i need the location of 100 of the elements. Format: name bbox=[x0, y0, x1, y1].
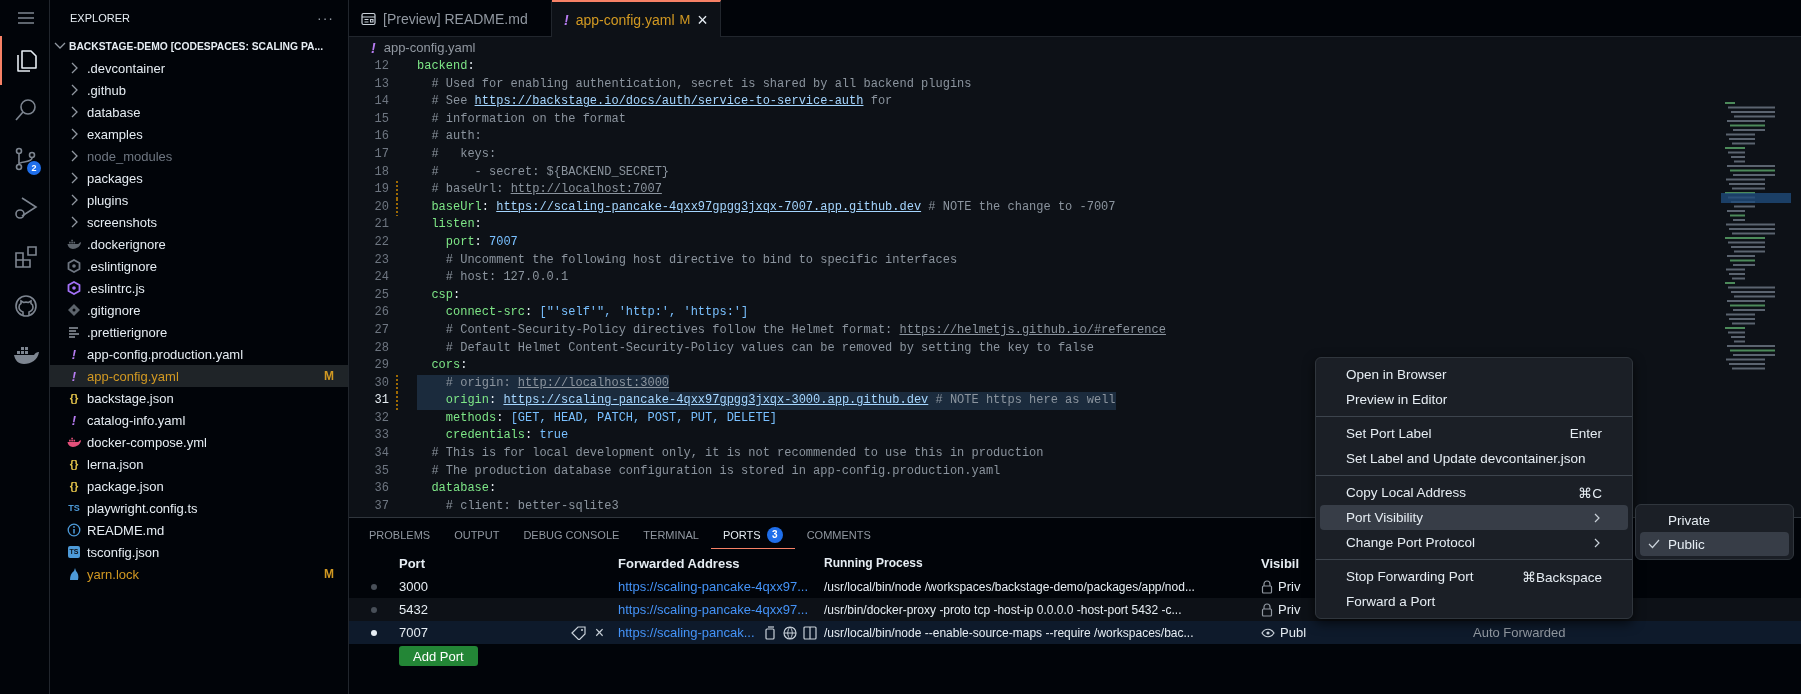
folder-item[interactable]: screenshots bbox=[50, 211, 348, 233]
count-badge: 2 bbox=[27, 161, 41, 175]
code-line: # Default Helmet Content-Security-Policy values can be removed by setting the key to false bbox=[444, 339, 1094, 357]
globe-icon[interactable] bbox=[782, 625, 797, 640]
process-text: /usr/local/bin/node /workspaces/backstage-demo/packages/app/nod... bbox=[824, 579, 1196, 594]
folder-item[interactable]: BACKSTAGE-DEMO [CODESPACES: SCALING PA... bbox=[50, 35, 348, 57]
copy-icon[interactable] bbox=[762, 625, 777, 640]
file-item[interactable]: README.md bbox=[50, 519, 348, 541]
line-number: 24 bbox=[373, 269, 389, 287]
address-link[interactable]: https://scaling-pancake-4qxx97... bbox=[618, 579, 809, 594]
file-item[interactable]: {} backstage.json bbox=[50, 387, 348, 409]
file-item[interactable]: ! app-config.production.yaml bbox=[50, 343, 348, 365]
file-item[interactable]: .prettierignore bbox=[50, 321, 348, 343]
file-item[interactable]: TS playwright.config.ts bbox=[50, 497, 348, 519]
code-line: # auth: bbox=[430, 128, 482, 146]
folder-item[interactable]: examples bbox=[50, 123, 348, 145]
add-port-button[interactable]: Add Port bbox=[399, 646, 478, 666]
panel-tab[interactable]: PORTS 3 bbox=[710, 520, 795, 549]
code-line: credentials: true bbox=[444, 427, 569, 445]
preview-icon[interactable] bbox=[802, 625, 817, 640]
braces-icon: {} bbox=[69, 480, 79, 492]
close-icon[interactable]: × bbox=[594, 623, 604, 642]
menu-item[interactable]: Stop Forwarding Port ⌘Backspace bbox=[1320, 564, 1628, 589]
port-number: 7007 bbox=[399, 625, 428, 640]
menu-item[interactable]: Set Port Label Enter bbox=[1320, 421, 1628, 446]
code-line: csp: bbox=[430, 286, 461, 304]
panel-tab[interactable]: OUTPUT bbox=[442, 523, 512, 546]
tag-icon[interactable] bbox=[570, 625, 587, 640]
line-number: 16 bbox=[373, 128, 389, 146]
folder-item[interactable]: .devcontainer bbox=[50, 57, 348, 79]
file-item[interactable]: ! catalog-info.yaml bbox=[50, 409, 348, 431]
editor-tab[interactable]: ! app-config.yaml M × bbox=[552, 0, 721, 37]
status-label: M bbox=[324, 567, 334, 581]
line-number: 27 bbox=[373, 321, 389, 339]
menu-item[interactable]: Change Port Protocol bbox=[1320, 530, 1628, 555]
panel-tab[interactable]: TERMINAL bbox=[631, 523, 711, 546]
run-debug-icon[interactable] bbox=[12, 194, 39, 221]
code-line: # This is for local development only, it is not recommended to use this in production bbox=[430, 445, 1044, 463]
folder-item[interactable]: database bbox=[50, 101, 348, 123]
menu-item[interactable]: Private bbox=[1640, 508, 1789, 532]
code-line: # The production database configuration is stored in app-config.production.yaml bbox=[430, 462, 1001, 480]
menu-item[interactable]: Preview in Editor bbox=[1320, 387, 1628, 412]
menu-item[interactable]: Open in Browser bbox=[1320, 362, 1628, 387]
exclamation-icon: ! bbox=[71, 368, 77, 384]
folder-item[interactable]: .github bbox=[50, 79, 348, 101]
panel-tab[interactable]: DEBUG CONSOLE bbox=[511, 523, 632, 546]
address-link[interactable]: https://scaling-pancake-4qxx97... bbox=[618, 602, 809, 617]
folder-item[interactable]: packages bbox=[50, 167, 348, 189]
folder-item[interactable]: node_modules bbox=[50, 145, 348, 167]
file-item[interactable]: .eslintrc.js bbox=[50, 277, 348, 299]
braces-icon: {} bbox=[69, 392, 79, 404]
github-icon[interactable] bbox=[12, 292, 39, 319]
visibility-text: Publ bbox=[1280, 625, 1307, 640]
address-link[interactable]: https://scaling-pancak... bbox=[618, 625, 755, 640]
lock-icon bbox=[1261, 579, 1273, 594]
search-icon[interactable] bbox=[12, 96, 39, 123]
line-number: 19 bbox=[373, 181, 389, 199]
menu-item[interactable]: Public bbox=[1640, 532, 1789, 556]
menu-item[interactable]: Set Label and Update devcontainer.json bbox=[1320, 446, 1628, 471]
file-item[interactable]: ! app-config.yaml M bbox=[50, 365, 348, 387]
info-icon bbox=[67, 523, 81, 537]
file-item[interactable]: {} lerna.json bbox=[50, 453, 348, 475]
extensions-icon[interactable] bbox=[12, 243, 39, 270]
close-icon[interactable]: × bbox=[697, 10, 708, 29]
line-number: 23 bbox=[373, 251, 389, 269]
line-number: 36 bbox=[373, 480, 389, 498]
port-number: 3000 bbox=[399, 579, 428, 594]
menu-item[interactable]: Copy Local Address ⌘C bbox=[1320, 480, 1628, 505]
hexagon-icon bbox=[67, 259, 81, 273]
column-header: Running Process bbox=[824, 556, 924, 570]
code-line: # host: 127.0.0.1 bbox=[444, 269, 569, 287]
column-header: Port bbox=[399, 555, 426, 571]
file-item[interactable]: .dockerignore bbox=[50, 233, 348, 255]
panel-tab[interactable]: PROBLEMS bbox=[357, 523, 443, 546]
panel-tab[interactable]: COMMENTS bbox=[794, 523, 883, 546]
code-line: # - secret: ${BACKEND_SECRET} bbox=[430, 163, 670, 181]
exclamation-icon: ! bbox=[371, 39, 376, 56]
line-number: 30 bbox=[373, 374, 389, 392]
code-line: port: 7007 bbox=[444, 233, 518, 251]
line-number: 26 bbox=[373, 304, 389, 322]
folder-item[interactable]: plugins bbox=[50, 189, 348, 211]
exclamation-icon: ! bbox=[71, 346, 77, 362]
line-number: 13 bbox=[373, 75, 389, 93]
file-item[interactable]: .eslintignore bbox=[50, 255, 348, 277]
line-number: 28 bbox=[373, 339, 389, 357]
file-item[interactable]: {} package.json bbox=[50, 475, 348, 497]
menu-item[interactable]: Forward a Port bbox=[1320, 589, 1628, 614]
line-number: 34 bbox=[373, 445, 389, 463]
file-item[interactable]: .gitignore bbox=[50, 299, 348, 321]
braces-icon: {} bbox=[69, 458, 79, 470]
file-item[interactable]: docker-compose.yml bbox=[50, 431, 348, 453]
line-number: 37 bbox=[373, 497, 389, 515]
code-line: baseUrl: https://scaling-pancake-4qxx97gpgg3jxqx-7007.app.github.dev # NOTE the change to -7007 bbox=[430, 198, 1116, 216]
line-number: 20 bbox=[373, 198, 389, 216]
file-item[interactable]: yarn.lock M bbox=[50, 563, 348, 585]
menu-item[interactable]: Port Visibility bbox=[1320, 505, 1628, 530]
more-actions-button[interactable]: ··· bbox=[317, 9, 334, 26]
line-number: 29 bbox=[373, 357, 389, 375]
whale-icon bbox=[66, 436, 82, 448]
breadcrumb-item[interactable]: app-config.yaml bbox=[383, 40, 476, 55]
